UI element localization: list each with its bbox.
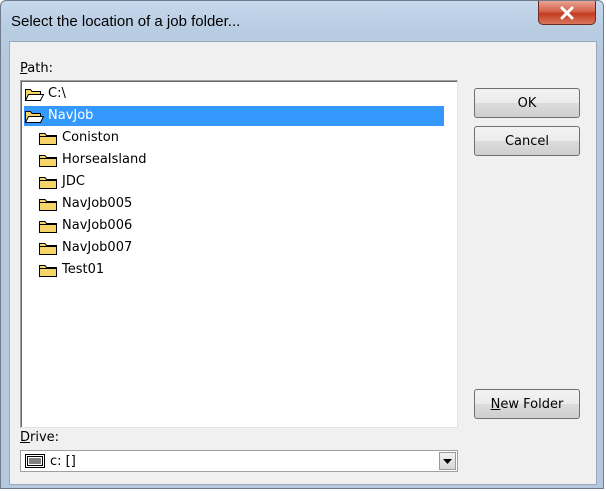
folder-list-item[interactable]: C:\ [24, 84, 66, 104]
close-button[interactable] [538, 1, 596, 25]
ok-button[interactable]: OK [474, 88, 580, 118]
close-icon [560, 6, 574, 19]
folder-icon [38, 174, 62, 190]
folder-name: JDC [62, 174, 85, 189]
folder-name: Test01 [62, 262, 105, 277]
folder-list-item[interactable]: NavJob006 [38, 216, 132, 236]
folder-name: NavJob006 [62, 218, 133, 233]
window-title: Select the location of a job folder... [11, 13, 241, 30]
folder-icon [38, 130, 62, 146]
ok-button-label: OK [517, 95, 537, 111]
cancel-button[interactable]: Cancel [474, 126, 580, 156]
folder-name: HorseaIsland [62, 152, 147, 167]
folder-list-item[interactable]: JDC [38, 172, 85, 192]
drive-dropdown-button[interactable] [439, 452, 456, 470]
folder-name: NavJob007 [62, 240, 133, 255]
folder-icon [38, 152, 62, 168]
cancel-button-label: Cancel [504, 133, 550, 149]
drive-icon [25, 454, 45, 468]
new-folder-button-label: New Folder [490, 396, 564, 412]
folder-list-item[interactable]: HorseaIsland [38, 150, 147, 170]
folder-icon [38, 262, 62, 278]
folder-list-item[interactable]: NavJob007 [38, 238, 132, 258]
folder-list-item[interactable]: Test01 [38, 260, 104, 280]
folder-name: Coniston [62, 130, 119, 145]
new-folder-button[interactable]: New Folder [474, 389, 580, 419]
folder-name: NavJob005 [62, 196, 133, 211]
folder-icon [38, 196, 62, 212]
folder-listbox[interactable]: C:\ NavJob Coniston HorseaIsland JDC NavJob00… [20, 80, 458, 428]
drive-label: Drive: [20, 430, 60, 445]
dialog-body: Path: C:\ NavJob Coniston HorseaIsland JDC Na… [9, 41, 597, 485]
open-folder-icon [24, 108, 48, 124]
path-label: Path: [20, 61, 53, 76]
drive-combobox[interactable]: c: [] [20, 450, 458, 472]
folder-list-item[interactable]: NavJob005 [38, 194, 132, 214]
dialog-window: Select the location of a job folder... P… [0, 0, 604, 489]
folder-name: C:\ [48, 86, 66, 101]
chevron-down-icon [443, 458, 452, 464]
folder-list-item[interactable]: Coniston [38, 128, 119, 148]
folder-icon [38, 240, 62, 256]
open-folder-icon [24, 86, 48, 102]
drive-value: c: [] [50, 453, 76, 469]
folder-name: NavJob [48, 108, 94, 123]
folder-list-item[interactable]: NavJob [24, 106, 444, 126]
folder-icon [38, 218, 62, 234]
title-bar[interactable]: Select the location of a job folder... [1, 1, 603, 43]
